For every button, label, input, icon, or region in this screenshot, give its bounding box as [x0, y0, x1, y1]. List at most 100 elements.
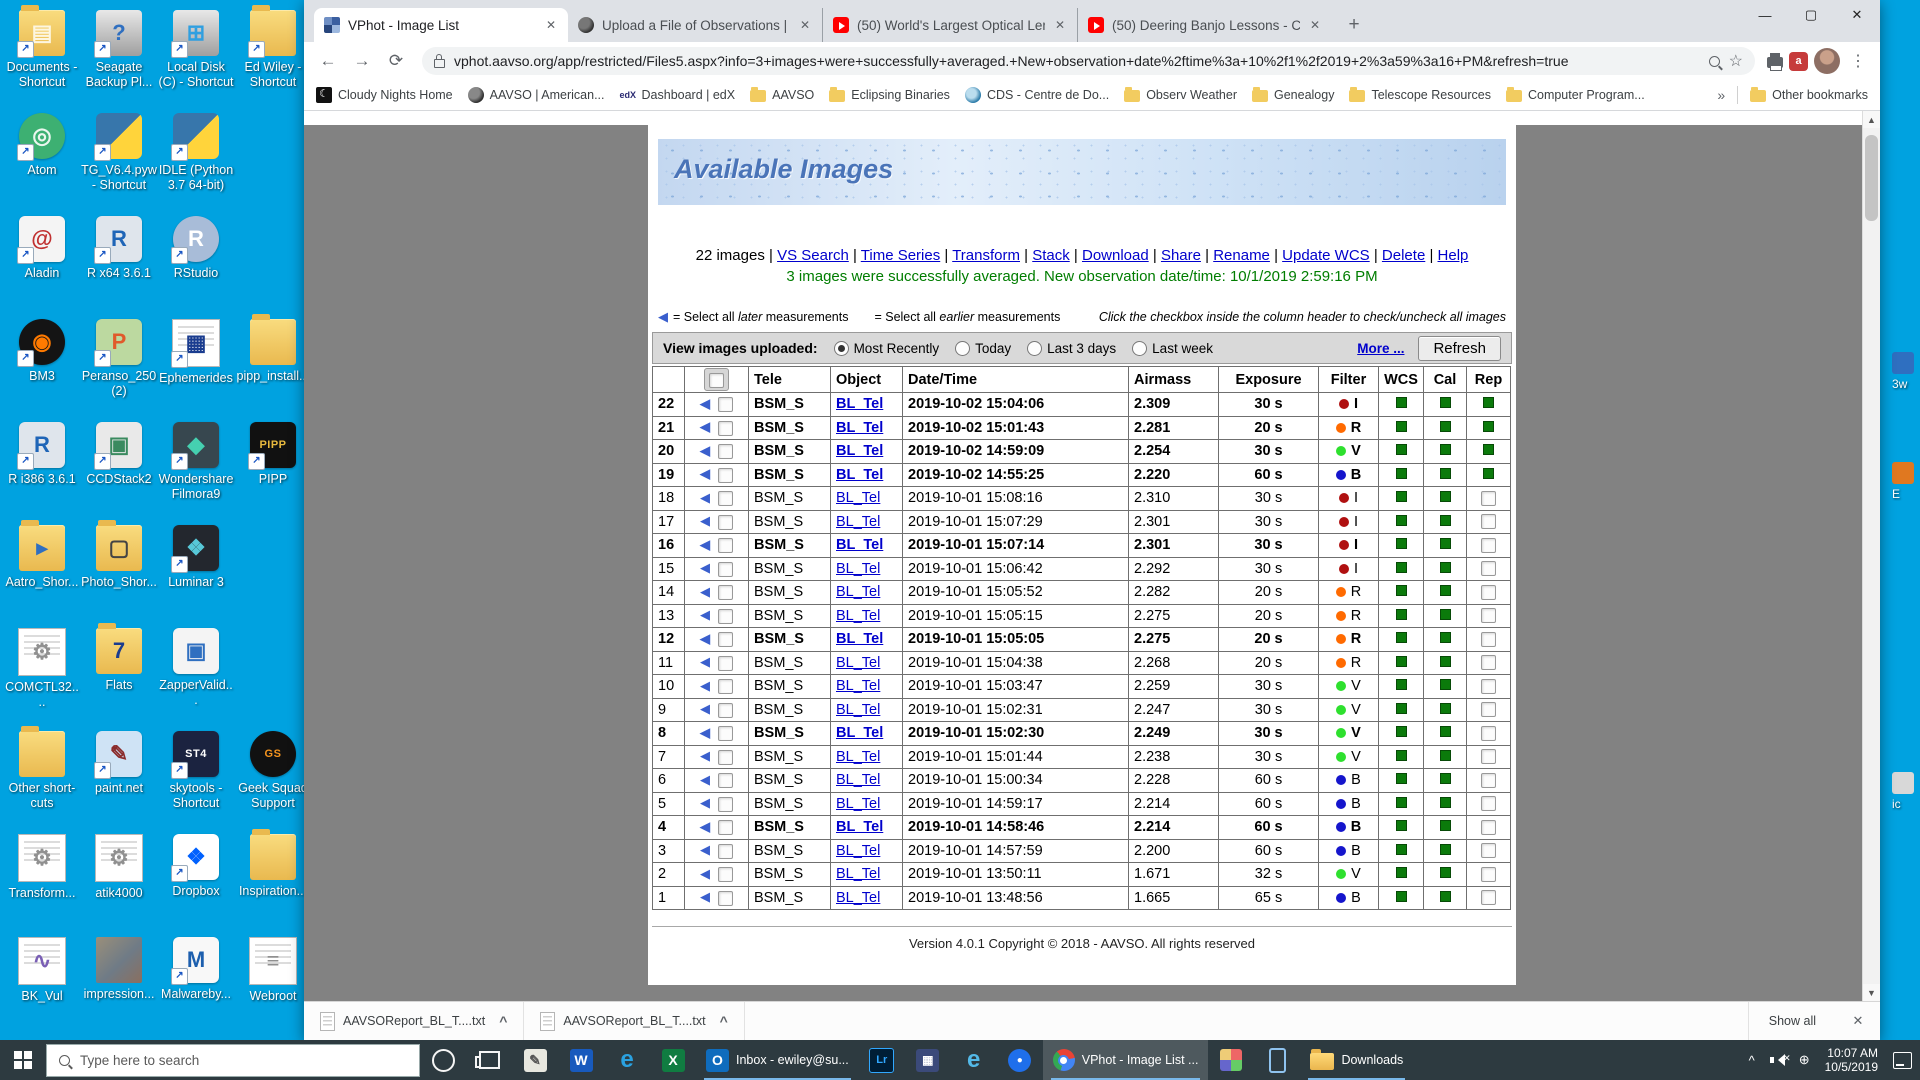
rep-checkbox[interactable]: [1481, 702, 1496, 718]
maximize-button[interactable]: ▢: [1788, 0, 1834, 30]
select-later-icon[interactable]: ◀: [700, 889, 710, 904]
tab-close-icon[interactable]: ✕: [798, 18, 812, 32]
select-later-icon[interactable]: ◀: [700, 607, 710, 622]
desktop-icon-malwareby-[interactable]: M ↗ Malwareby...: [158, 937, 234, 1002]
your-phone-button[interactable]: [1254, 1040, 1300, 1080]
menu-link-time-series[interactable]: Time Series: [861, 247, 940, 264]
row-checkbox[interactable]: [718, 420, 733, 436]
rep-checkbox[interactable]: [1481, 678, 1496, 694]
desktop-icon-documents-shortcut[interactable]: ▤ ↗ Documents - Shortcut: [4, 5, 80, 90]
select-later-icon[interactable]: ◀: [700, 513, 710, 528]
bookmark-eclipsing-binaries[interactable]: Eclipsing Binaries: [829, 87, 950, 102]
desktop-icon-seagate-backup-pl-[interactable]: ? ↗ Seagate Backup Pl...: [81, 10, 157, 90]
desktop-icon-paint-net[interactable]: ✎ ↗ paint.net: [81, 731, 157, 796]
bookmark-cloudy-nights-home[interactable]: ☾ Cloudy Nights Home: [316, 87, 453, 103]
row-checkbox[interactable]: [718, 726, 733, 742]
check-all-button[interactable]: [704, 368, 729, 391]
select-later-icon[interactable]: ◀: [700, 842, 710, 857]
desktop-icon-inspiration-[interactable]: Inspiration...: [235, 829, 311, 899]
show-all-button[interactable]: Show all: [1747, 1002, 1836, 1040]
downloads-close-icon[interactable]: ✕: [1836, 1013, 1880, 1029]
refresh-button[interactable]: Refresh: [1418, 335, 1501, 361]
desktop-icon-ccdstack2[interactable]: ▣ ↗ CCDStack2: [81, 422, 157, 487]
row-checkbox[interactable]: [718, 561, 733, 577]
object-link[interactable]: BL_Tel: [836, 890, 880, 906]
row-checkbox[interactable]: [718, 702, 733, 718]
row-checkbox[interactable]: [718, 514, 733, 530]
rep-checkbox[interactable]: [1481, 890, 1496, 906]
desktop-icon-other-short-cuts[interactable]: Other short-cuts: [4, 726, 80, 811]
address-bar[interactable]: vphot.aavso.org/app/restricted/Files5.as…: [422, 47, 1755, 75]
lightroom-button[interactable]: Lr: [859, 1040, 905, 1080]
object-link[interactable]: BL_Tel: [836, 561, 880, 577]
desktop-icon-aladin[interactable]: @ ↗ Aladin: [4, 216, 80, 281]
select-later-icon[interactable]: ◀: [700, 419, 710, 434]
desktop-icon-flats[interactable]: 7 Flats: [81, 623, 157, 693]
object-link[interactable]: BL_Tel: [836, 537, 883, 553]
desktop-icon-aatro-shor-[interactable]: ▸ Aatro_Shor...: [4, 520, 80, 590]
download-caret-icon[interactable]: ^: [499, 1013, 507, 1029]
desktop-icon-atom[interactable]: ◎ ↗ Atom: [4, 113, 80, 178]
notepad-button[interactable]: ✎: [512, 1040, 558, 1080]
object-link[interactable]: BL_Tel: [836, 514, 880, 530]
download-caret-icon[interactable]: ^: [720, 1013, 728, 1029]
radio-today[interactable]: [955, 340, 971, 356]
cortana-button[interactable]: [420, 1040, 466, 1080]
menu-link-transform[interactable]: Transform: [952, 247, 1020, 264]
object-link[interactable]: BL_Tel: [836, 796, 880, 812]
rep-checkbox[interactable]: [1481, 843, 1496, 859]
select-later-icon[interactable]: ◀: [658, 309, 668, 325]
scrollbar-thumb[interactable]: [1865, 135, 1878, 221]
row-checkbox[interactable]: [718, 890, 733, 906]
object-link[interactable]: BL_Tel: [836, 490, 880, 506]
select-later-icon[interactable]: ◀: [700, 772, 710, 787]
radio-last-week[interactable]: [1132, 340, 1148, 356]
row-checkbox[interactable]: [718, 585, 733, 601]
select-later-icon[interactable]: ◀: [700, 866, 710, 881]
tab-2[interactable]: Upload a File of Observations | a ✕: [568, 8, 822, 42]
row-checkbox[interactable]: [718, 397, 733, 413]
object-link[interactable]: BL_Tel: [836, 843, 880, 859]
desktop-icon-comctl32-[interactable]: ⚙ COMCTL32....: [4, 628, 80, 710]
row-checkbox[interactable]: [718, 491, 733, 507]
more-link[interactable]: More ...: [1357, 341, 1404, 356]
row-checkbox[interactable]: [718, 444, 733, 460]
tab-1[interactable]: VPhot - Image List ✕: [314, 8, 568, 42]
calculator-button[interactable]: ▦: [905, 1040, 951, 1080]
select-later-icon[interactable]: ◀: [700, 631, 710, 646]
select-later-icon[interactable]: ◀: [700, 725, 710, 740]
desktop-icon-ed-wiley-shortcut[interactable]: ↗ Ed Wiley - Shortcut: [235, 5, 311, 90]
row-checkbox[interactable]: [718, 632, 733, 648]
other-bookmarks[interactable]: Other bookmarks: [1750, 87, 1868, 102]
chrome-button[interactable]: VPhot - Image List ...: [1042, 1040, 1209, 1080]
select-later-icon[interactable]: ◀: [700, 466, 710, 481]
bookmark-aavso[interactable]: AAVSO: [750, 87, 814, 102]
select-later-icon[interactable]: ◀: [700, 584, 710, 599]
rep-checkbox[interactable]: [1481, 796, 1496, 812]
new-tab-button[interactable]: +: [1340, 11, 1368, 39]
download-item[interactable]: AAVSOReport_BL_T....txt ^: [524, 1002, 745, 1040]
select-later-icon[interactable]: ◀: [700, 795, 710, 810]
desktop-icon-transform-[interactable]: ⚙ Transform...: [4, 834, 80, 901]
bookmark-star-icon[interactable]: ☆: [1729, 51, 1743, 71]
object-link[interactable]: BL_Tel: [836, 608, 880, 624]
download-item[interactable]: AAVSOReport_BL_T....txt ^: [304, 1002, 525, 1040]
rep-checkbox[interactable]: [1481, 631, 1496, 647]
desktop-icon-atik4000[interactable]: ⚙ atik4000: [81, 834, 157, 901]
rep-checkbox[interactable]: [1481, 749, 1496, 765]
menu-link-share[interactable]: Share: [1161, 247, 1201, 264]
select-later-icon[interactable]: ◀: [700, 701, 710, 716]
tab-3[interactable]: (50) World's Largest Optical Lens ✕: [822, 8, 1077, 42]
rep-checkbox[interactable]: [1481, 772, 1496, 788]
desktop-icon-photo-shor-[interactable]: ▢ Photo_Shor...: [81, 520, 157, 590]
row-checkbox[interactable]: [718, 796, 733, 812]
taskbar-search-input[interactable]: Type here to search: [46, 1043, 420, 1077]
printer-icon[interactable]: [1767, 53, 1783, 71]
reload-icon[interactable]: ⟳: [382, 47, 410, 75]
object-link[interactable]: BL_Tel: [836, 702, 880, 718]
bookmark-observ-weather[interactable]: Observ Weather: [1124, 87, 1237, 102]
object-link[interactable]: BL_Tel: [836, 725, 883, 741]
desktop-icon-rstudio[interactable]: R ↗ RStudio: [158, 216, 234, 281]
word-button[interactable]: W: [558, 1040, 604, 1080]
rep-checkbox[interactable]: [1481, 490, 1496, 506]
